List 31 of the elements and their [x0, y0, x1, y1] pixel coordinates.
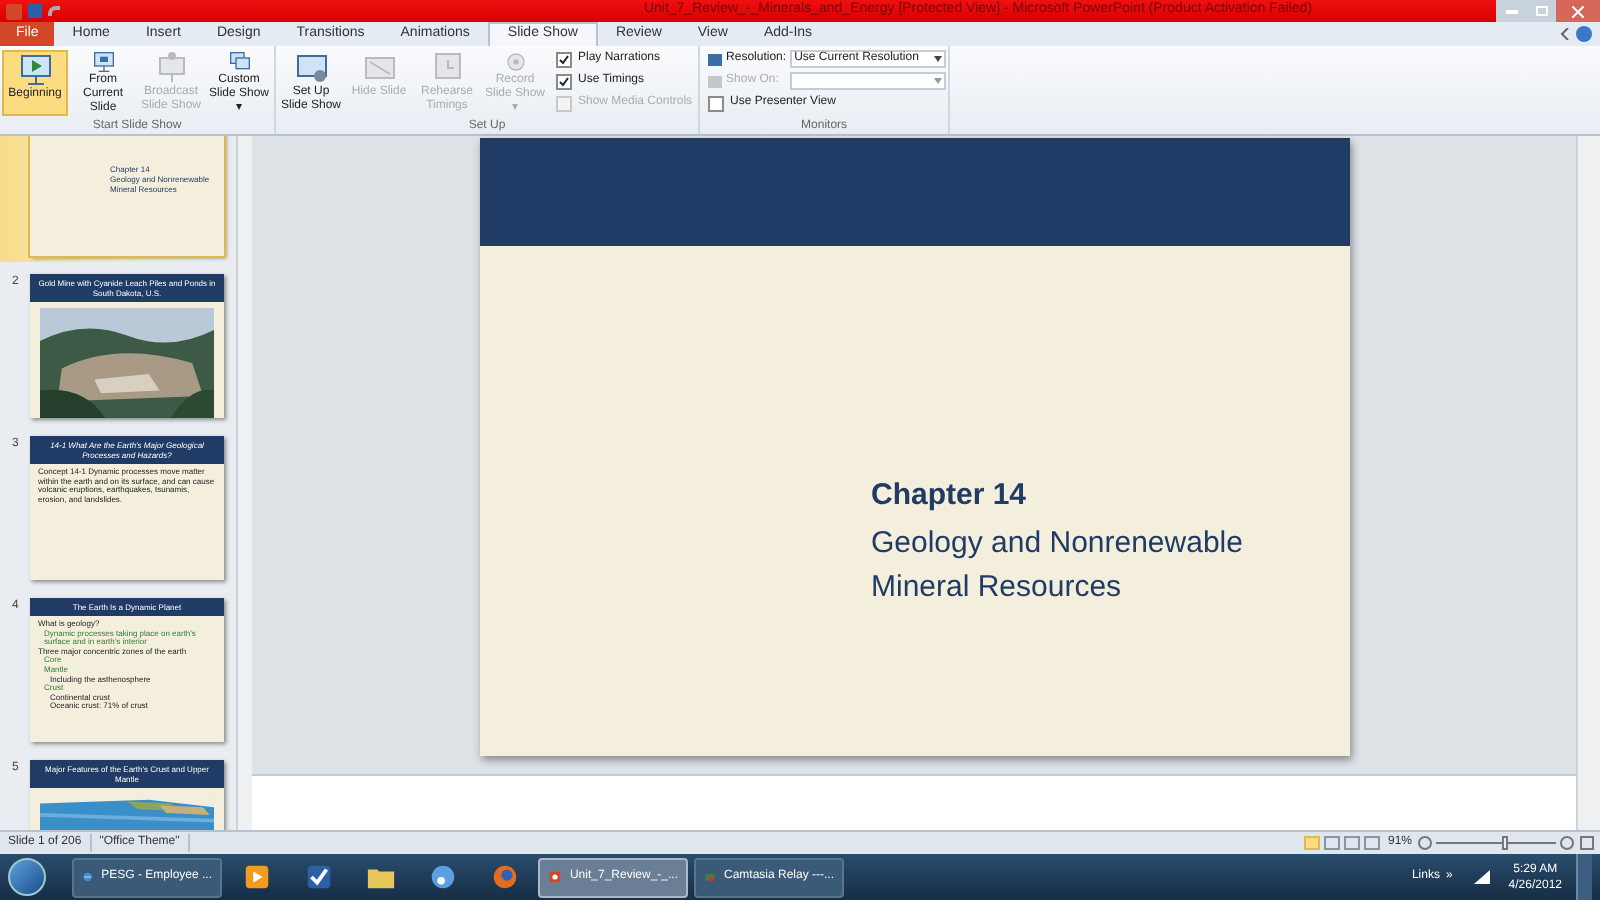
slideshow-view-icon[interactable]	[1363, 836, 1380, 850]
scrollbar[interactable]	[236, 136, 252, 830]
globe-icon	[489, 862, 519, 892]
slide-subtitle: Geology and Nonrenewable Mineral Resources	[871, 524, 1245, 608]
close-icon	[1572, 5, 1584, 17]
checkbox[interactable]	[556, 51, 572, 67]
undo-icon[interactable]	[48, 6, 60, 16]
scrollbar[interactable]	[1576, 136, 1600, 830]
help-icon[interactable]	[1576, 26, 1592, 42]
app-icon	[6, 3, 22, 19]
fit-icon[interactable]	[1580, 836, 1594, 850]
show-desktop-button[interactable]	[1576, 854, 1592, 900]
checkbox[interactable]	[556, 73, 572, 89]
slide-title: Chapter 14	[871, 478, 1029, 514]
projector-play-icon	[17, 52, 53, 88]
reading-view-icon[interactable]	[1343, 836, 1360, 850]
slide-thumbnail[interactable]	[30, 436, 224, 580]
checkmark-icon	[303, 862, 333, 892]
zoom-slider-thumb[interactable]	[1502, 836, 1508, 850]
close-button[interactable]	[1556, 0, 1600, 22]
zoom-in-button[interactable]	[1560, 836, 1574, 850]
checkbox[interactable]	[708, 95, 725, 111]
start-button[interactable]	[8, 858, 46, 896]
play-icon	[241, 862, 271, 892]
dropdown-arrow-icon	[934, 56, 943, 62]
zoom-out-button[interactable]	[1418, 836, 1432, 850]
chevron-icon[interactable]	[1560, 28, 1570, 40]
sorter-view-icon[interactable]	[1323, 836, 1340, 850]
slide-thumbnail[interactable]	[30, 598, 224, 742]
dropdown-arrow-icon	[934, 78, 943, 84]
signal-icon[interactable]	[1474, 870, 1491, 884]
